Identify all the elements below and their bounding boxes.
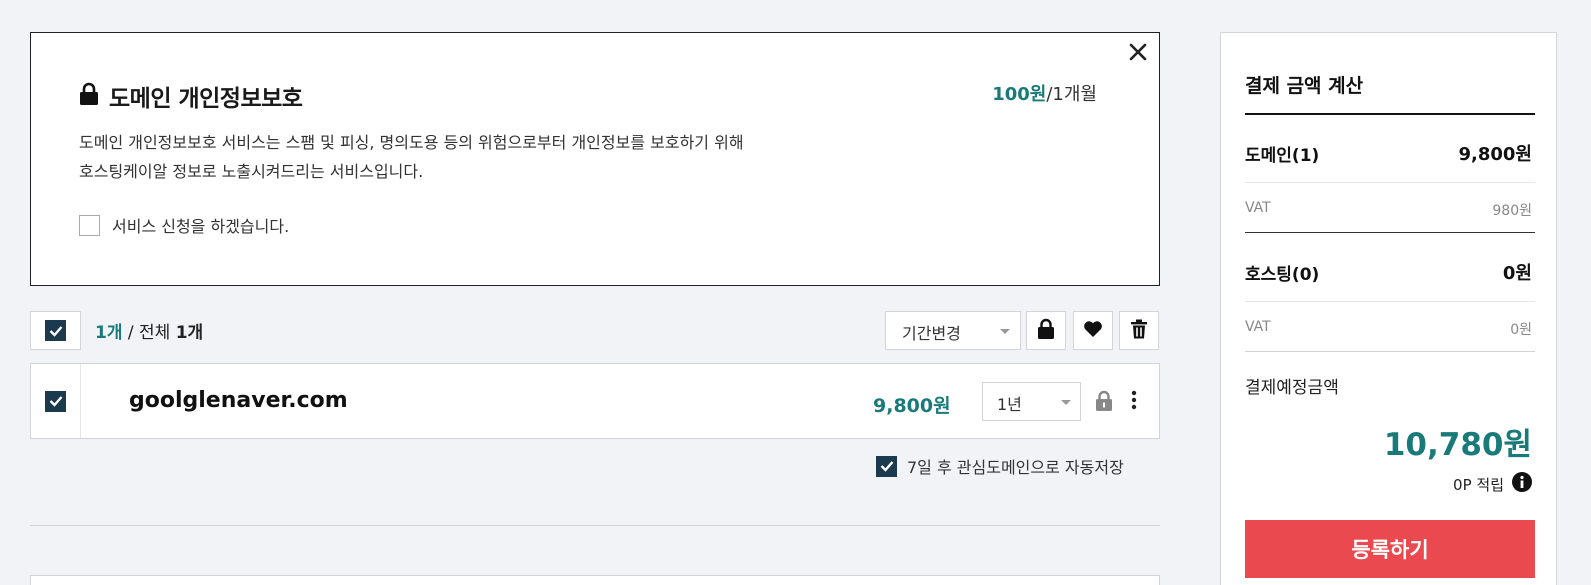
privacy-title: 도메인 개인정보보호 (109, 86, 303, 112)
summary-title: 결제 금액 계산 (1245, 75, 1364, 97)
count-separator: / 전체 (122, 323, 176, 343)
checkbox-unchecked[interactable] (79, 214, 100, 236)
domain-vat-label: VAT (1245, 200, 1271, 216)
domain-list-item: goolglenaver.com 9,800원 1년 (30, 363, 1160, 439)
hosting-subtotal-value: 0원 (1502, 263, 1532, 284)
summary-divider (1245, 301, 1535, 302)
total-amount: 10,780원 (1383, 427, 1532, 463)
lock-button[interactable] (1026, 311, 1066, 350)
period-change-label: 기간변경 (902, 324, 961, 343)
lock-icon (1037, 318, 1055, 344)
heart-icon (1083, 320, 1103, 342)
select-all-checkbox[interactable] (30, 311, 81, 350)
domain-name: goolglenaver.com (129, 388, 348, 413)
selected-count: 1개 (95, 323, 123, 343)
lock-icon (1095, 390, 1113, 416)
domain-period-select[interactable]: 1년 (982, 382, 1081, 421)
privacy-description-line: 도메인 개인정보보호 서비스는 스팸 및 피싱, 명의도용 등의 위험으로부터 … (79, 133, 744, 152)
domain-price: 9,800원 (873, 395, 951, 417)
chevron-down-icon (1061, 400, 1071, 405)
hosting-subtotal-label: 호스팅(0) (1245, 265, 1320, 285)
checkmark-icon (876, 455, 897, 477)
service-consent-label: 서비스 신청을 하겠습니다. (112, 217, 290, 236)
chevron-down-icon (1000, 329, 1010, 334)
domain-period-value: 1년 (997, 395, 1022, 414)
checkmark-icon (45, 320, 66, 341)
hosting-vat-label: VAT (1245, 319, 1271, 335)
privacy-protection-panel: 도메인 개인정보보호 100원/1개월 도메인 개인정보보호 서비스는 스팸 및… (30, 32, 1160, 286)
summary-divider (1245, 113, 1535, 115)
domain-checkbox[interactable] (31, 364, 81, 438)
domain-lock-button[interactable] (1095, 390, 1113, 416)
total-count: 1개 (175, 323, 204, 343)
register-button[interactable]: 등록하기 (1245, 520, 1535, 578)
lock-icon (79, 82, 99, 110)
autosave-checkbox[interactable]: 7일 후 관심도메인으로 자동저장 (876, 454, 1124, 478)
autosave-label: 7일 후 관심도메인으로 자동저장 (907, 458, 1124, 477)
payment-summary-panel: 결제 금액 계산 도메인(1) 9,800원 VAT 980원 호스팅(0) 0… (1220, 32, 1557, 585)
more-vertical-icon (1131, 390, 1137, 414)
more-options-button[interactable] (1131, 390, 1137, 414)
privacy-price-unit: /1개월 (1046, 84, 1097, 105)
privacy-price-amount: 100원 (992, 84, 1047, 105)
summary-divider (1245, 232, 1535, 233)
period-change-select[interactable]: 기간변경 (885, 311, 1021, 350)
domain-subtotal-label: 도메인(1) (1245, 146, 1320, 166)
points-earned: 0P 적립 (1453, 472, 1532, 496)
domain-subtotal-value: 9,800원 (1458, 144, 1533, 165)
summary-divider (1245, 351, 1535, 352)
points-label: 0P 적립 (1453, 475, 1504, 494)
next-section-box (30, 575, 1160, 585)
trash-icon (1131, 319, 1147, 343)
selection-count: 1개 / 전체 1개 (95, 318, 203, 343)
favorite-button[interactable] (1073, 311, 1113, 350)
privacy-description-line: 호스팅케이알 정보로 노출시켜드리는 서비스입니다. (79, 162, 424, 181)
info-icon[interactable] (1512, 472, 1532, 496)
total-label: 결제예정금액 (1245, 378, 1339, 398)
domain-vat-value: 980원 (1492, 203, 1532, 219)
privacy-price: 100원/1개월 (992, 80, 1097, 106)
service-consent-checkbox[interactable]: 서비스 신청을 하겠습니다. (79, 213, 289, 237)
summary-divider (1245, 182, 1535, 183)
checkmark-icon (45, 390, 66, 412)
delete-button[interactable] (1119, 311, 1159, 350)
hosting-vat-value: 0원 (1510, 322, 1532, 338)
close-icon[interactable] (1127, 41, 1149, 63)
section-divider (30, 525, 1160, 526)
privacy-description: 도메인 개인정보보호 서비스는 스팸 및 피싱, 명의도용 등의 위험으로부터 … (79, 128, 899, 186)
privacy-title-row: 도메인 개인정보보호 (79, 79, 303, 113)
